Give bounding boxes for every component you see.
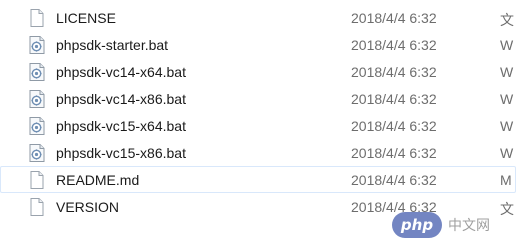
blank-file-icon: [27, 197, 47, 217]
file-name: README.md: [56, 172, 140, 188]
file-type: W: [500, 145, 514, 161]
file-type: W: [500, 118, 514, 134]
file-date-modified: 2018/4/4 6:32: [351, 37, 437, 53]
file-date-modified: 2018/4/4 6:32: [351, 145, 437, 161]
batch-file-icon: [27, 62, 47, 82]
file-row[interactable]: phpsdk-starter.bat 2018/4/4 6:32 W: [0, 31, 516, 58]
file-name: VERSION: [56, 199, 120, 215]
file-date-modified: 2018/4/4 6:32: [351, 64, 437, 80]
file-date-modified: 2018/4/4 6:32: [351, 172, 437, 188]
file-name: phpsdk-starter.bat: [56, 37, 169, 53]
batch-file-icon: [27, 116, 47, 136]
batch-file-icon: [27, 35, 47, 55]
file-type: W: [500, 91, 514, 107]
file-name: phpsdk-vc15-x86.bat: [56, 145, 186, 161]
watermark-site-text: 中文网: [448, 218, 490, 234]
file-name: phpsdk-vc14-x64.bat: [56, 64, 186, 80]
file-name: LICENSE: [56, 10, 116, 26]
file-date-modified: 2018/4/4 6:32: [351, 118, 437, 134]
file-date-modified: 2018/4/4 6:32: [351, 10, 437, 26]
file-list: LICENSE 2018/4/4 6:32 文 phpsdk-starter.bat 2…: [0, 4, 516, 220]
file-row[interactable]: phpsdk-vc15-x86.bat 2018/4/4 6:32 W: [0, 139, 516, 166]
file-row[interactable]: phpsdk-vc14-x86.bat 2018/4/4 6:32 W: [0, 85, 516, 112]
php-cn-watermark: php 中文网: [392, 210, 510, 240]
file-type: W: [500, 37, 514, 53]
file-row[interactable]: LICENSE 2018/4/4 6:32 文: [0, 4, 516, 31]
batch-file-icon: [27, 143, 47, 163]
file-row[interactable]: README.md 2018/4/4 6:32 M: [0, 166, 516, 193]
blank-file-icon: [27, 8, 47, 28]
file-type: 文: [500, 12, 514, 28]
file-type: M: [500, 172, 512, 188]
file-name: phpsdk-vc14-x86.bat: [56, 91, 186, 107]
php-logo: php: [392, 212, 442, 238]
file-row[interactable]: phpsdk-vc15-x64.bat 2018/4/4 6:32 W: [0, 112, 516, 139]
file-row[interactable]: phpsdk-vc14-x64.bat 2018/4/4 6:32 W: [0, 58, 516, 85]
file-type: W: [500, 64, 514, 80]
file-name: phpsdk-vc15-x64.bat: [56, 118, 186, 134]
blank-file-icon: [27, 170, 47, 190]
batch-file-icon: [27, 89, 47, 109]
file-date-modified: 2018/4/4 6:32: [351, 91, 437, 107]
